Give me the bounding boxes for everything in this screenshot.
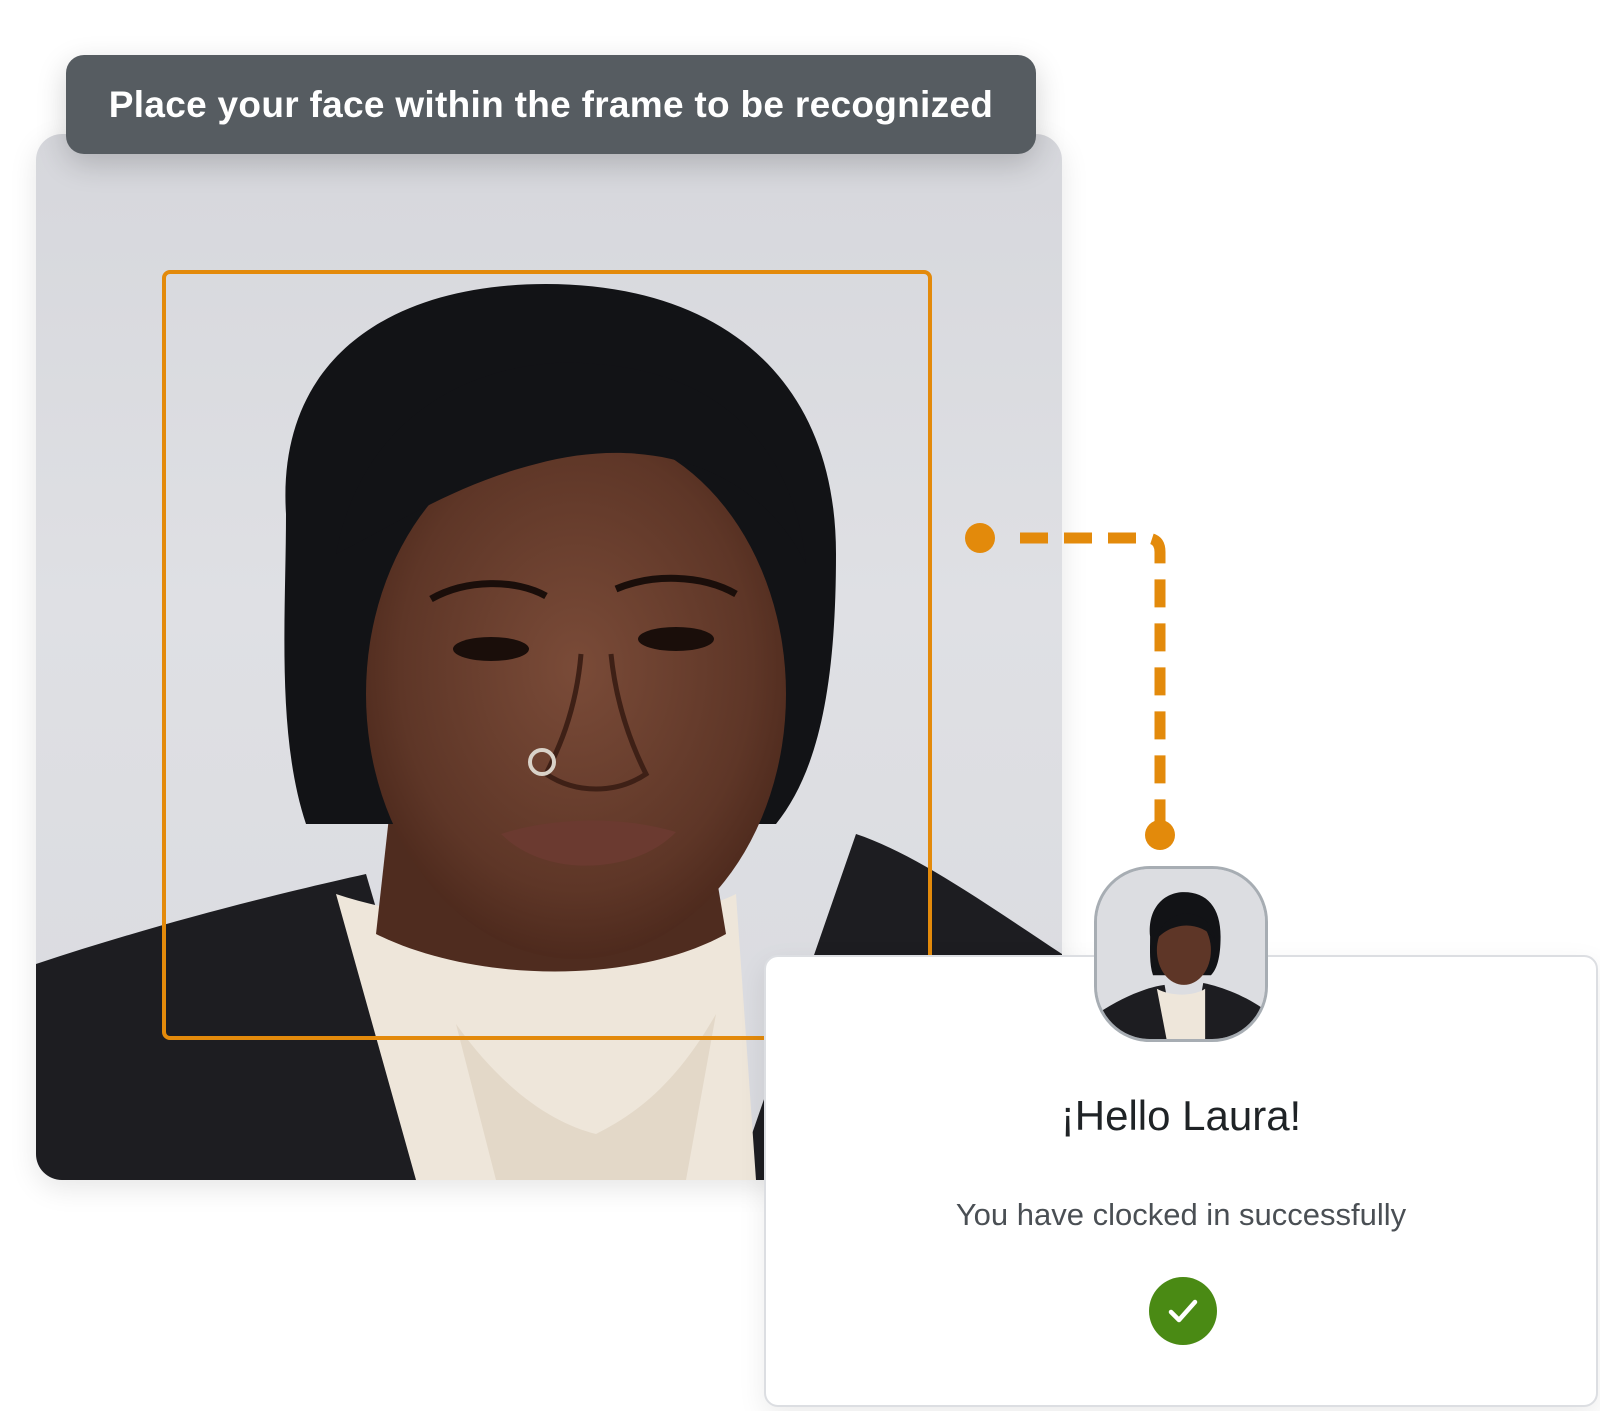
instruction-text: Place your face within the frame to be r…: [108, 83, 994, 125]
greeting-title: ¡Hello Laura!: [1060, 1092, 1302, 1139]
status-message: You have clocked in successfully: [955, 1197, 1407, 1232]
connector-line: [965, 523, 1175, 850]
checkmark-glyph: [1168, 1299, 1198, 1323]
connector-start-dot: [965, 523, 995, 553]
avatar-photo: [1097, 869, 1265, 1039]
check-icon: [1149, 1277, 1217, 1345]
connector-end-dot: [1145, 820, 1175, 850]
avatar: [1094, 866, 1268, 1042]
instruction-banner: Place your face within the frame to be r…: [66, 55, 1036, 154]
face-detection-frame: [162, 270, 932, 1040]
